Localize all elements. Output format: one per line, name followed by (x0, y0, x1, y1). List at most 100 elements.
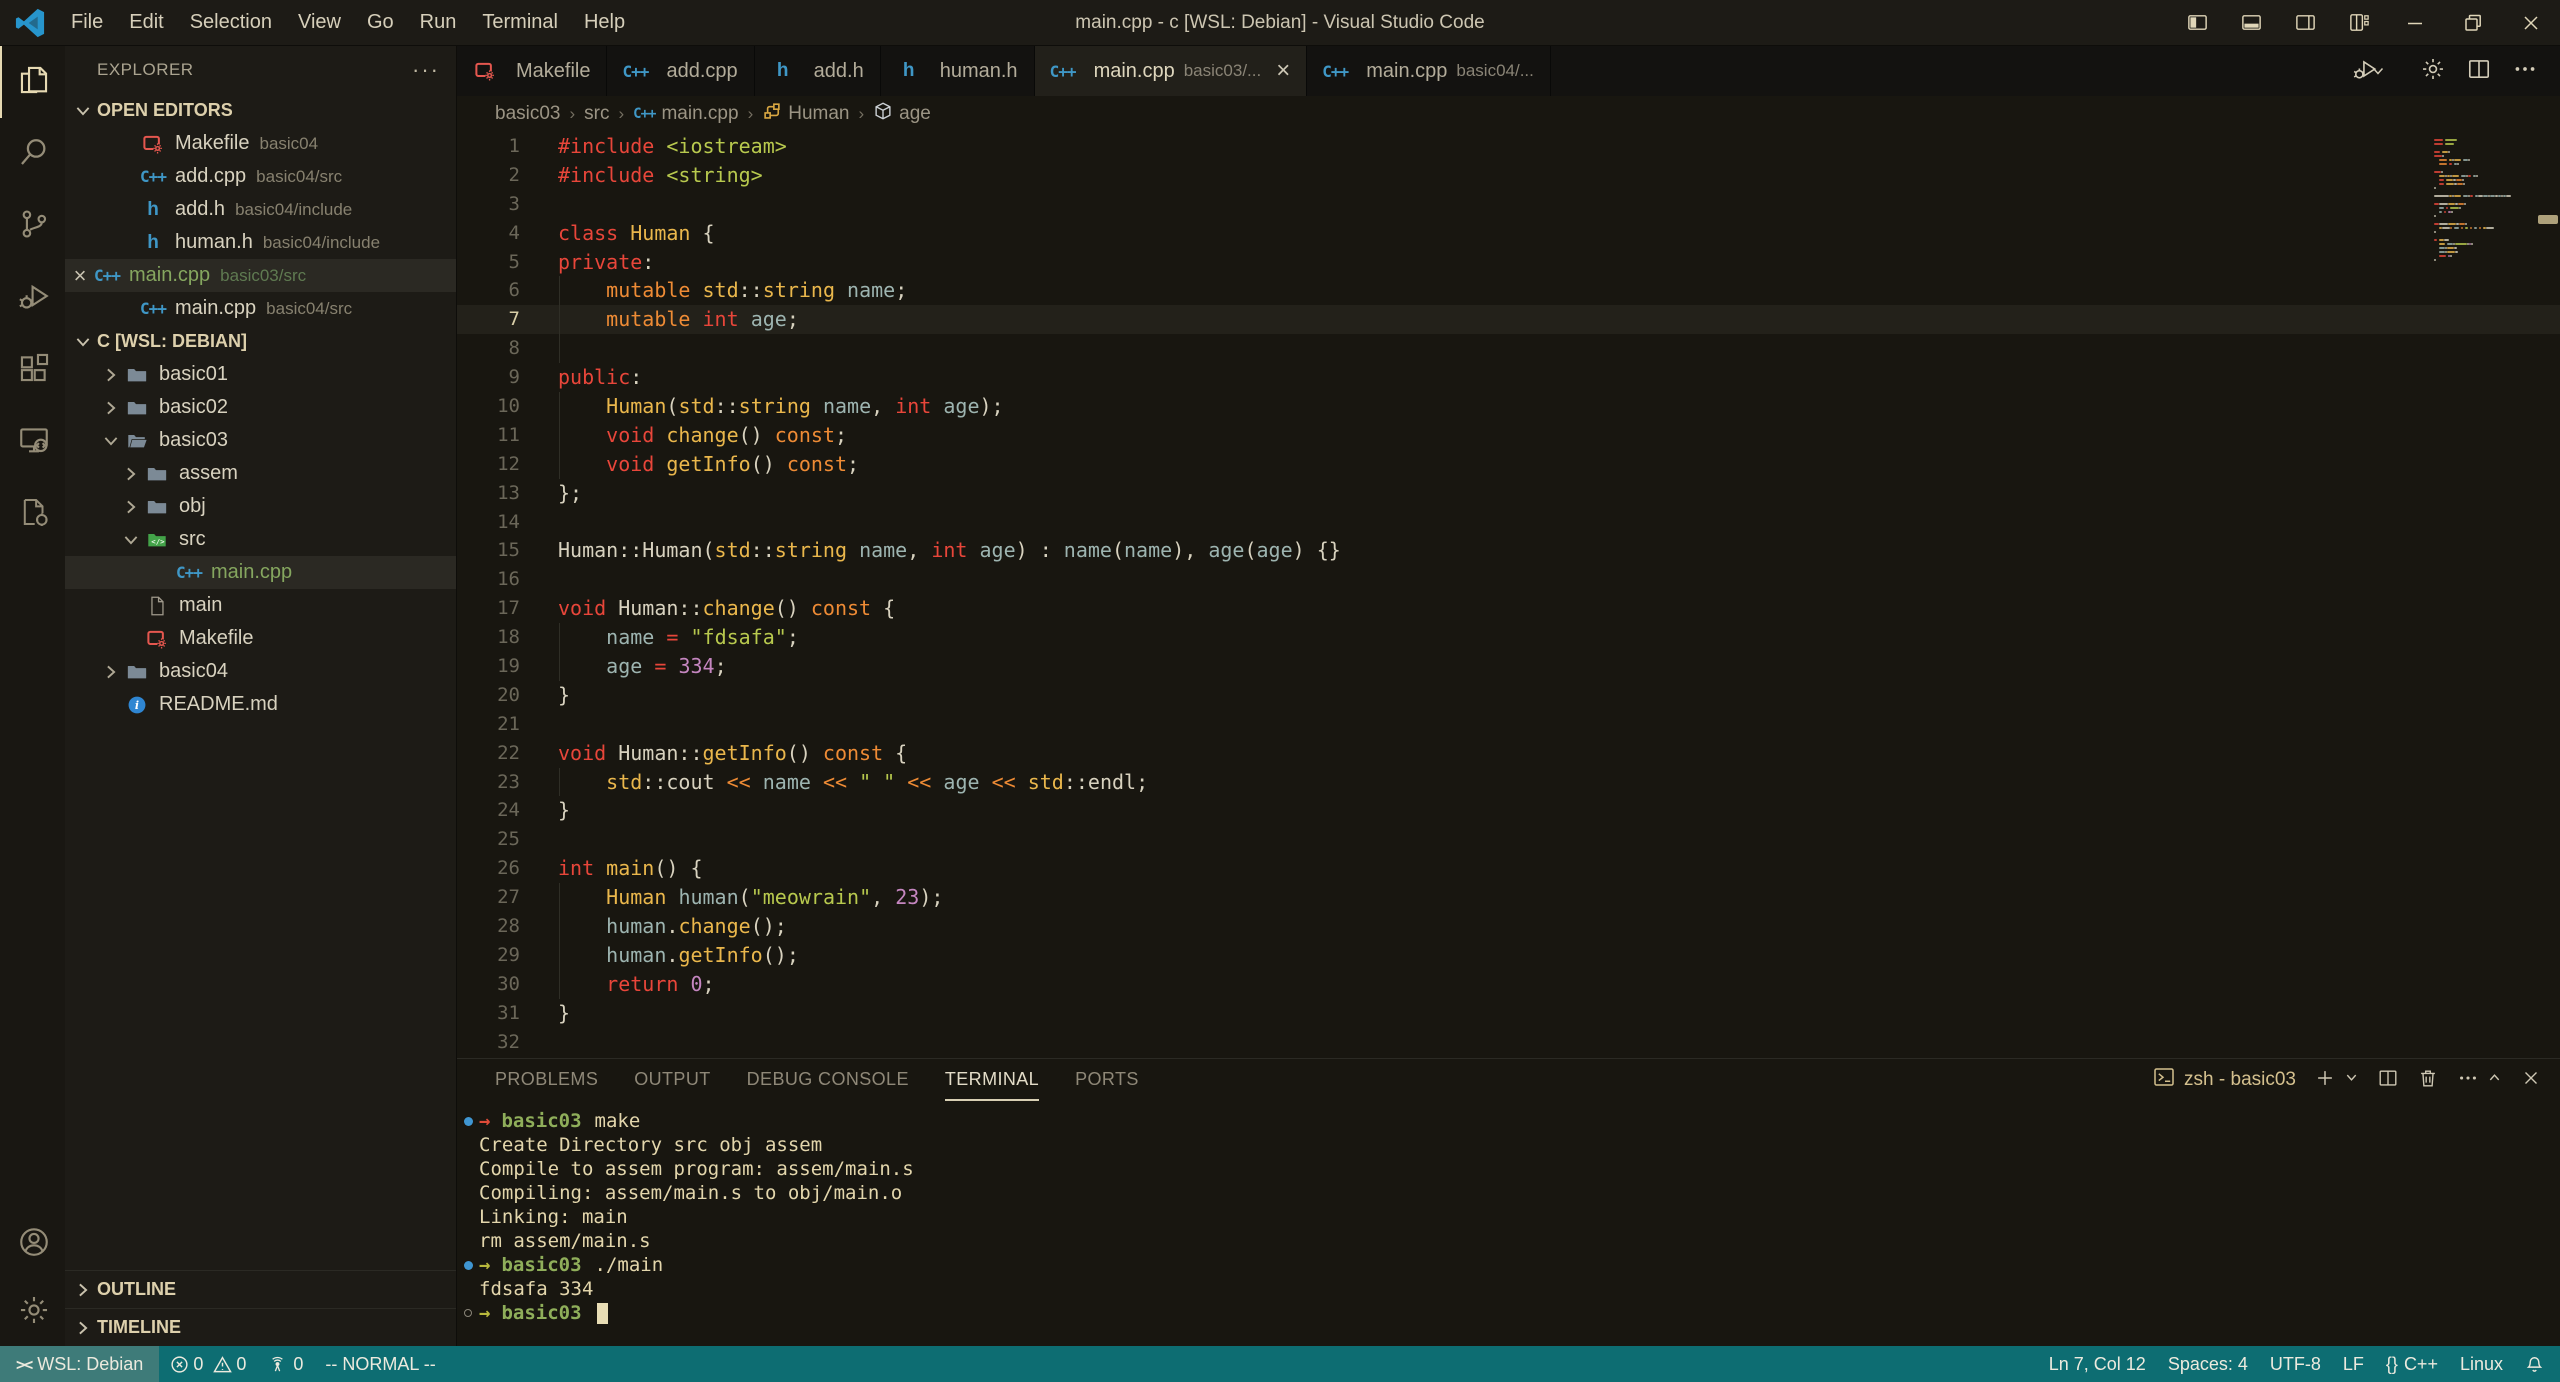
terminal-prompt-line: →basic03 (457, 1301, 2560, 1325)
new-terminal-icon[interactable] (2314, 1067, 2336, 1094)
bell-icon (2525, 1355, 2544, 1374)
restore-button[interactable] (2444, 0, 2502, 45)
activity-item-search[interactable] (0, 118, 65, 190)
line-number: 20 (457, 681, 558, 710)
terminal-dropdown-icon[interactable] (2354, 1070, 2359, 1090)
toggle-secondary-sidebar-icon[interactable] (2278, 0, 2332, 45)
tree-item[interactable]: obj (65, 490, 456, 523)
indent-guide (559, 392, 560, 421)
language-mode[interactable]: {} C++ (2375, 1346, 2449, 1382)
tab-human.h[interactable]: hhuman.h (881, 46, 1035, 96)
toggle-primary-sidebar-icon[interactable] (2170, 0, 2224, 45)
terminal[interactable]: →basic03makeCreate Directory src obj ass… (457, 1101, 2560, 1346)
breadcrumb-item[interactable]: basic03 (495, 103, 561, 125)
activity-item-explorer[interactable] (0, 46, 65, 118)
tree-item[interactable]: </>src (65, 523, 456, 556)
ports-status[interactable]: 0 (257, 1346, 314, 1382)
eol-sequence[interactable]: LF (2332, 1346, 2375, 1382)
menu-item-selection[interactable]: Selection (177, 11, 285, 34)
open-editor-item[interactable]: hhuman.hbasic04/include (65, 226, 456, 259)
tree-item[interactable]: C++main.cpp (65, 556, 456, 589)
menu-item-edit[interactable]: Edit (116, 11, 176, 34)
kill-terminal-icon[interactable] (2417, 1067, 2439, 1094)
open-editor-item[interactable]: hadd.hbasic04/include (65, 193, 456, 226)
open-editor-item[interactable]: C++add.cppbasic04/src (65, 160, 456, 193)
split-terminal-icon[interactable] (2377, 1067, 2399, 1094)
close-icon[interactable]: × (65, 263, 95, 289)
breadcrumb-item[interactable]: src (584, 103, 609, 125)
tab-main.cpp[interactable]: C++main.cppbasic04/... (1307, 46, 1551, 96)
activity-item-cpp-tools[interactable] (0, 478, 65, 550)
tree-item[interactable]: basic04 (65, 655, 456, 688)
timeline-section[interactable]: TIMELINE (65, 1308, 456, 1346)
tab-add.h[interactable]: hadd.h (755, 46, 881, 96)
open-editor-item[interactable]: C++main.cppbasic04/src (65, 292, 456, 325)
menu-item-help[interactable]: Help (571, 11, 638, 34)
activity-item-run-debug[interactable] (0, 262, 65, 334)
terminal-instance-label[interactable]: zsh - basic03 (2152, 1065, 2296, 1095)
overview-ruler-marker (2538, 215, 2558, 224)
chevron-right-icon (101, 398, 121, 418)
toggle-panel-icon[interactable] (2224, 0, 2278, 45)
minimap[interactable] (2434, 138, 2546, 266)
indentation[interactable]: Spaces: 4 (2157, 1346, 2259, 1382)
remote-indicator[interactable]: >< WSL: Debian (0, 1346, 159, 1382)
tree-item[interactable]: basic01 (65, 358, 456, 391)
close-panel-icon[interactable] (2520, 1067, 2542, 1094)
outline-section[interactable]: OUTLINE (65, 1270, 456, 1308)
breadcrumb-item[interactable]: Human (762, 101, 849, 127)
indent-guide (559, 450, 560, 479)
encoding[interactable]: UTF-8 (2259, 1346, 2332, 1382)
os-indicator[interactable]: Linux (2449, 1346, 2514, 1382)
tree-item[interactable]: assem (65, 457, 456, 490)
menu-item-go[interactable]: Go (354, 11, 407, 34)
activity-item-account[interactable] (0, 1210, 65, 1278)
tree-item[interactable]: main (65, 589, 456, 622)
panel-tab-terminal[interactable]: TERMINAL (945, 1059, 1039, 1101)
line-number: 30 (457, 970, 558, 999)
menu-item-terminal[interactable]: Terminal (469, 11, 571, 34)
breadcrumb-item[interactable]: C++main.cpp (633, 103, 738, 125)
menu-item-view[interactable]: View (285, 11, 354, 34)
menu-item-run[interactable]: Run (407, 11, 470, 34)
panel-tab-ports[interactable]: PORTS (1075, 1059, 1139, 1101)
activity-item-remote-explorer[interactable] (0, 406, 65, 478)
problems-status[interactable]: 0 0 (159, 1346, 257, 1382)
open-editor-item[interactable]: ×C++main.cppbasic03/src (65, 259, 456, 292)
panel-tab-debug-console[interactable]: DEBUG CONSOLE (747, 1059, 909, 1101)
tree-item[interactable]: iREADME.md (65, 688, 456, 721)
more-actions-icon[interactable] (2457, 1067, 2479, 1094)
notifications-bell[interactable] (2514, 1346, 2560, 1382)
vim-mode[interactable]: -- NORMAL -- (314, 1346, 446, 1382)
close-button[interactable] (2502, 0, 2560, 45)
open-editors-header[interactable]: OPEN EDITORS (65, 94, 456, 127)
activity-item-extensions[interactable] (0, 334, 65, 406)
panel-tab-output[interactable]: OUTPUT (634, 1059, 710, 1101)
minimize-button[interactable] (2386, 0, 2444, 45)
tab-Makefile[interactable]: Makefile (457, 46, 607, 96)
customize-layout-icon[interactable] (2332, 0, 2386, 45)
close-icon[interactable]: × (1276, 59, 1290, 83)
tree-item[interactable]: Makefile (65, 622, 456, 655)
line-number: 28 (457, 912, 558, 941)
panel-tab-problems[interactable]: PROBLEMS (495, 1059, 598, 1101)
breadcrumb-item[interactable]: age (873, 101, 931, 127)
maximize-panel-icon[interactable] (2497, 1070, 2502, 1090)
radio-tower-icon (268, 1355, 287, 1374)
workspace-root[interactable]: C [WSL: DEBIAN] (65, 325, 456, 358)
open-editor-item[interactable]: Makefilebasic04 (65, 127, 456, 160)
cursor-position[interactable]: Ln 7, Col 12 (2038, 1346, 2157, 1382)
tree-item[interactable]: basic03 (65, 424, 456, 457)
gear-icon[interactable] (2420, 56, 2446, 87)
tab-add.cpp[interactable]: C++add.cpp (607, 46, 754, 96)
code-line: 22void Human::getInfo() const { (457, 739, 2560, 768)
activity-item-settings[interactable] (0, 1278, 65, 1346)
menu-item-file[interactable]: File (58, 11, 116, 34)
more-actions-icon[interactable] (2512, 56, 2538, 87)
more-actions-icon[interactable]: ··· (412, 57, 440, 83)
activity-item-source-control[interactable] (0, 190, 65, 262)
tree-item[interactable]: basic02 (65, 391, 456, 424)
code-editor[interactable]: 1#include <iostream>2#include <string>34… (457, 132, 2560, 1058)
split-editor-icon[interactable] (2466, 56, 2492, 87)
tab-main.cpp[interactable]: C++main.cppbasic03/...× (1035, 46, 1308, 96)
